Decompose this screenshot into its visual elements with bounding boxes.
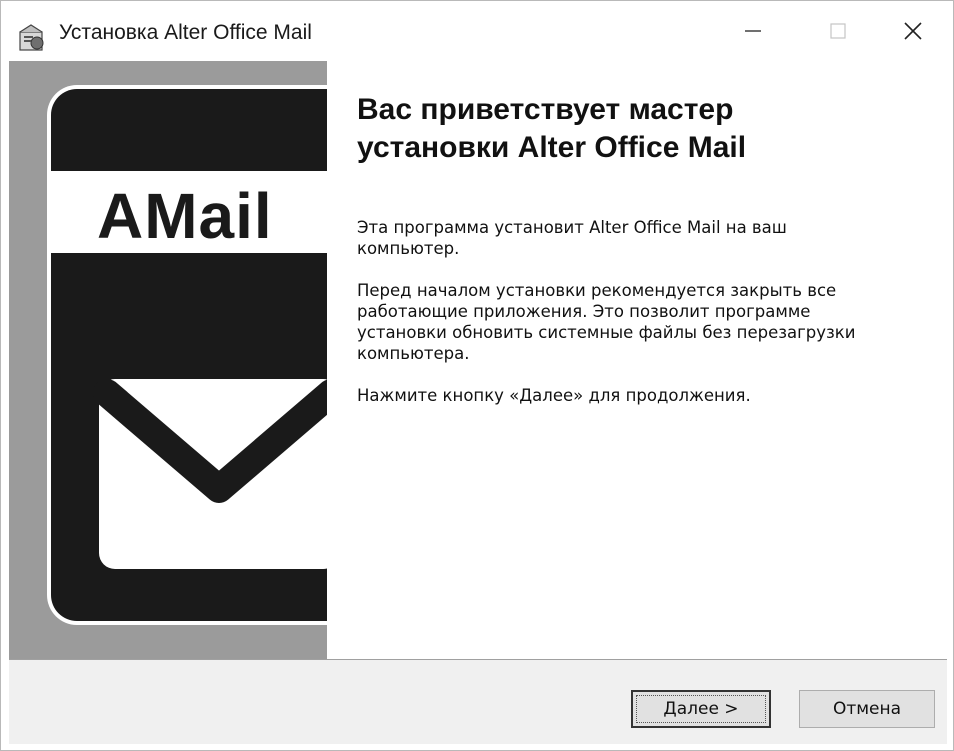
wizard-banner: AMail [9,61,327,659]
close-icon [904,22,922,40]
welcome-paragraph-2: Перед началом установки рекомендуется за… [357,280,917,364]
paragraph-2-line-4: компьютера. [357,344,470,363]
cancel-button[interactable]: Отмена [799,690,935,728]
installer-window: Установка Alter Office Mail AMail Вас пр… [0,0,954,751]
mail-envelope-icon [47,85,327,625]
paragraph-2-line-3: установки обновить системные файлы без п… [357,323,856,342]
welcome-text: Вас приветствует мастер установки Alter … [357,91,917,406]
paragraph-2-line-1: Перед началом установки рекомендуется за… [357,281,837,300]
wizard-content: AMail Вас приветствует мастер установки … [9,61,947,659]
welcome-heading-line2: установки Alter Office Mail [357,131,747,164]
paragraph-1-line-1: Эта программа установит Alter Office Mai… [357,218,787,237]
title-bar[interactable]: Установка Alter Office Mail [1,1,953,61]
welcome-paragraph-3: Нажмите кнопку «Далее» для продолжения. [357,386,751,405]
wizard-footer: Далее > Отмена [9,660,947,744]
welcome-paragraph-1: Эта программа установит Alter Office Mai… [357,217,917,259]
window-title: Установка Alter Office Mail [59,21,312,44]
banner-brand-text: AMail [97,180,273,252]
welcome-heading-line1: Вас приветствует мастер [357,93,734,126]
minimize-icon [745,30,761,32]
minimize-button[interactable] [713,1,793,61]
paragraph-1-line-2: компьютер. [357,239,460,258]
maximize-button[interactable] [798,1,878,61]
close-button[interactable] [873,1,953,61]
next-button[interactable]: Далее > [631,690,771,728]
maximize-icon [830,23,846,39]
paragraph-2-line-2: работающие приложения. Это позволит прог… [357,302,811,321]
welcome-heading: Вас приветствует мастер установки Alter … [357,91,917,167]
installer-app-icon [17,23,47,53]
